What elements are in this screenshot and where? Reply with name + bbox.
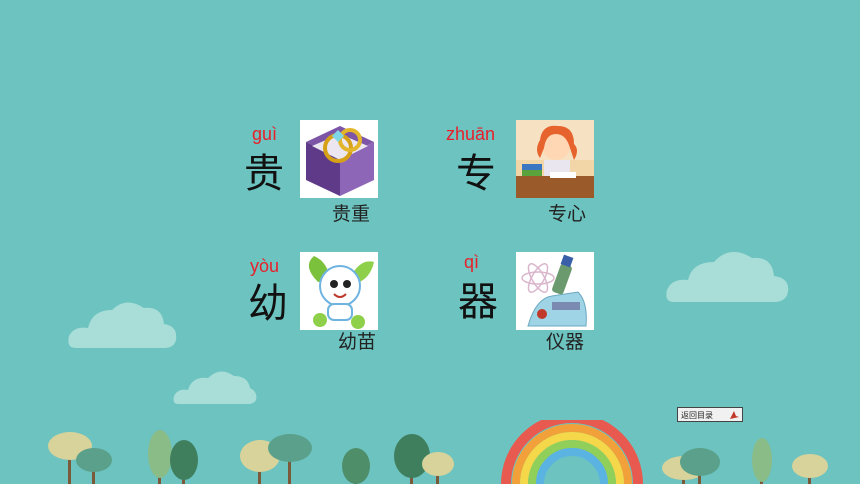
character-qi: 器 [458, 279, 498, 325]
pinyin-qi: qì [464, 252, 480, 272]
word-youmiao: 幼苗 [338, 331, 377, 353]
character-you: 幼 [248, 281, 288, 327]
slide: guì 贵 贵重 zhuān 专 专心 yòu 幼 幼苗 qì 器 仪器 返回目… [0, 0, 860, 484]
cloud-bottom-left [173, 371, 257, 404]
sprout-mascot-picture [300, 252, 378, 330]
microscope-picture [516, 252, 594, 330]
character-gui: 贵 [244, 151, 284, 197]
cloud-left [68, 302, 177, 348]
word-zhuanxin: 专心 [548, 203, 587, 225]
girl-studying-picture [516, 120, 594, 198]
pinyin-gui: guì [252, 124, 278, 144]
character-zhuan: 专 [456, 151, 496, 197]
cloud-right [666, 251, 789, 302]
pinyin-zhuan: zhuān [446, 124, 496, 144]
word-guizhong: 贵重 [332, 203, 371, 225]
word-yiqi: 仪器 [546, 331, 585, 353]
back-to-contents-label: 返回目录 [681, 411, 713, 420]
rainbow-decoration [501, 420, 643, 484]
pinyin-you: yòu [250, 256, 280, 276]
scenery-trees-rainbow [48, 420, 828, 484]
ring-box-picture [300, 120, 378, 198]
